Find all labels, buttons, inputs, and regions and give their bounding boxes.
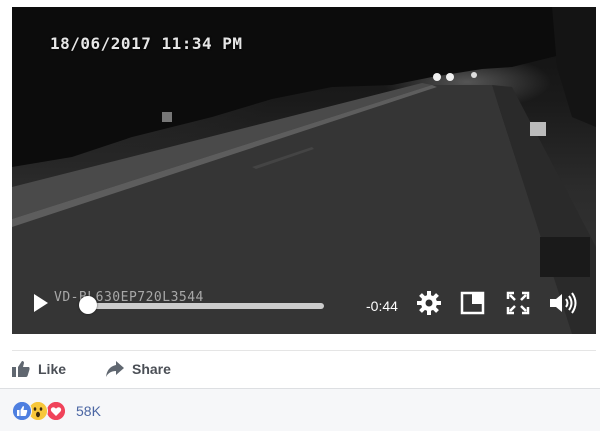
- reaction-icons: [12, 401, 74, 421]
- picture-in-picture-icon[interactable]: [460, 291, 485, 315]
- video-player[interactable]: 18/06/2017 11:34 PM VD-BL630EP720L3544 -…: [12, 7, 596, 334]
- like-button[interactable]: Like: [12, 358, 66, 380]
- play-icon[interactable]: [32, 292, 50, 314]
- video-timestamp-overlay: 18/06/2017 11:34 PM: [50, 34, 243, 53]
- reactions-summary[interactable]: 58K: [0, 389, 600, 431]
- share-label: Share: [132, 361, 171, 377]
- reaction-count[interactable]: 58K: [76, 403, 101, 419]
- video-controls-bar: -0:44: [12, 283, 596, 323]
- progress-scrubber[interactable]: [79, 296, 97, 314]
- gear-icon[interactable]: [416, 290, 442, 316]
- thumbs-up-icon: [12, 361, 30, 377]
- share-button[interactable]: Share: [106, 358, 171, 380]
- progress-bar[interactable]: [82, 303, 324, 309]
- fullscreen-icon[interactable]: [506, 291, 530, 315]
- love-reaction-icon: [46, 401, 66, 421]
- post-actions-bar: Like Share: [12, 352, 596, 386]
- divider: [12, 350, 596, 351]
- share-arrow-icon: [106, 361, 124, 377]
- like-label: Like: [38, 361, 67, 377]
- time-remaining: -0:44: [366, 298, 398, 314]
- volume-icon[interactable]: [548, 291, 578, 315]
- like-reaction-icon: [12, 401, 32, 421]
